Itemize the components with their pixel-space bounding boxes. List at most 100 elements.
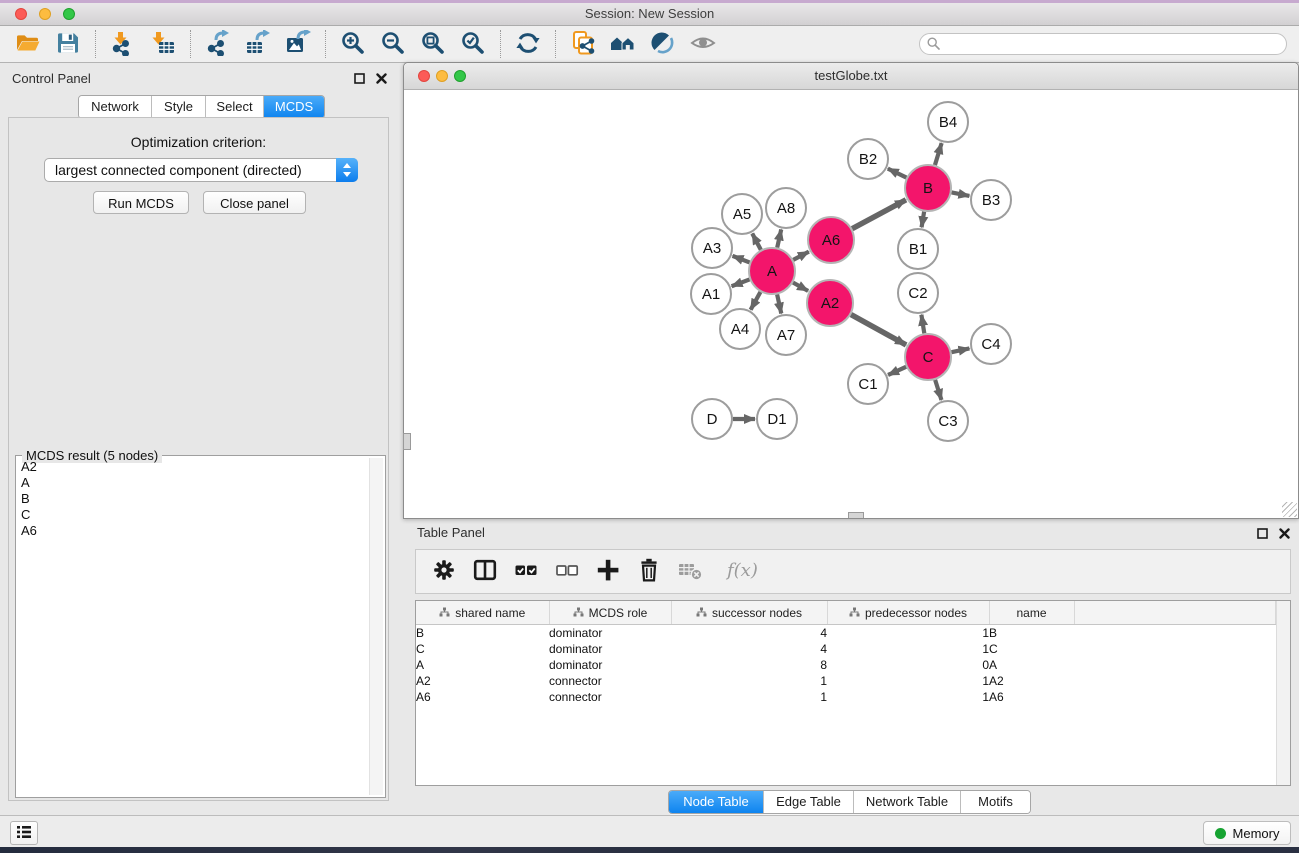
- tab-select[interactable]: Select: [206, 96, 264, 118]
- zoom-fit-button[interactable]: [413, 28, 453, 61]
- tab-style[interactable]: Style: [152, 96, 206, 118]
- graph-edge-B-B2[interactable]: [888, 169, 907, 178]
- optimization-criterion-dropdown[interactable]: largest connected component (directed): [44, 158, 358, 182]
- save-button[interactable]: [48, 28, 88, 61]
- column-header-predecessor-nodes[interactable]: predecessor nodes: [827, 601, 989, 625]
- table-row[interactable]: Cdominator41C: [416, 641, 1276, 657]
- graph-node-D1[interactable]: D1: [757, 399, 797, 439]
- clone-network-button[interactable]: [563, 28, 603, 61]
- tab-node-table[interactable]: Node Table: [669, 791, 764, 813]
- network-minimize-traffic-light[interactable]: [436, 70, 448, 82]
- mcds-result-item[interactable]: C: [18, 507, 368, 523]
- open-folder-button[interactable]: [8, 28, 48, 61]
- column-header-name[interactable]: name: [989, 601, 1074, 625]
- hide-view-button[interactable]: [643, 28, 683, 61]
- graph-node-A7[interactable]: A7: [766, 315, 806, 355]
- network-close-traffic-light[interactable]: [418, 70, 430, 82]
- graph-node-B1[interactable]: B1: [898, 229, 938, 269]
- table-panel-float-button[interactable]: [1256, 527, 1269, 540]
- export-network-button[interactable]: [198, 28, 238, 61]
- zoom-out-button[interactable]: [373, 28, 413, 61]
- graph-edge-A-A1[interactable]: [732, 279, 750, 286]
- graph-node-C[interactable]: C: [905, 334, 951, 380]
- select-all-button[interactable]: [510, 555, 542, 589]
- graph-edge-C-C4[interactable]: [952, 348, 970, 352]
- table-row[interactable]: A2connector11A2: [416, 673, 1276, 689]
- graph-edge-B-B1[interactable]: [922, 212, 925, 228]
- column-header-MCDS-role[interactable]: MCDS role: [549, 601, 671, 625]
- memory-button[interactable]: Memory: [1203, 821, 1291, 845]
- graph-node-A3[interactable]: A3: [692, 228, 732, 268]
- control-panel-float-button[interactable]: [353, 72, 366, 85]
- tab-mcds[interactable]: MCDS: [264, 96, 324, 118]
- graph-edge-A-A6[interactable]: [793, 252, 809, 260]
- refresh-button[interactable]: [508, 28, 548, 61]
- panel-divider-handle[interactable]: [403, 433, 411, 450]
- zoom-selected-button[interactable]: [453, 28, 493, 61]
- delete-column-button[interactable]: [633, 555, 665, 589]
- graph-node-C1[interactable]: C1: [848, 364, 888, 404]
- graph-edge-A-A2[interactable]: [793, 283, 808, 291]
- canvas-bottom-handle[interactable]: [848, 512, 864, 518]
- graph-node-A2[interactable]: A2: [807, 280, 853, 326]
- deselect-all-button[interactable]: [551, 555, 583, 589]
- graph-edge-B-B3[interactable]: [952, 192, 970, 195]
- tab-motifs[interactable]: Motifs: [961, 791, 1030, 813]
- search-input[interactable]: [919, 33, 1287, 55]
- graph-node-C3[interactable]: C3: [928, 401, 968, 441]
- network-zoom-traffic-light[interactable]: [454, 70, 466, 82]
- tab-network[interactable]: Network: [79, 96, 152, 118]
- close-panel-button[interactable]: Close panel: [203, 191, 306, 214]
- show-view-button[interactable]: [683, 28, 723, 61]
- graph-node-A6[interactable]: A6: [808, 217, 854, 263]
- export-table-button[interactable]: [238, 28, 278, 61]
- graph-node-A4[interactable]: A4: [720, 309, 760, 349]
- graph-node-B[interactable]: B: [905, 165, 951, 211]
- graph-node-C4[interactable]: C4: [971, 324, 1011, 364]
- graph-node-C2[interactable]: C2: [898, 273, 938, 313]
- graph-node-B4[interactable]: B4: [928, 102, 968, 142]
- table-row[interactable]: Adominator80A: [416, 657, 1276, 673]
- home-view-button[interactable]: [603, 28, 643, 61]
- mcds-result-item[interactable]: A6: [18, 523, 368, 539]
- graph-node-A8[interactable]: A8: [766, 188, 806, 228]
- column-header-shared-name[interactable]: shared name: [416, 601, 549, 625]
- table-panel-close-button[interactable]: [1278, 527, 1291, 540]
- settings-gear-button[interactable]: [428, 555, 460, 589]
- mcds-result-scrollbar[interactable]: [369, 458, 383, 795]
- graph-edge-B-B4[interactable]: [935, 143, 942, 165]
- mcds-result-item[interactable]: A2: [18, 459, 368, 475]
- run-mcds-button[interactable]: Run MCDS: [93, 191, 189, 214]
- table-scrollbar[interactable]: [1276, 601, 1290, 785]
- zoom-in-button[interactable]: [333, 28, 373, 61]
- graph-edge-C-C2[interactable]: [921, 315, 924, 334]
- window-resize-grip[interactable]: [1282, 502, 1297, 517]
- show-columns-button[interactable]: [469, 555, 501, 589]
- import-table-button[interactable]: [143, 28, 183, 61]
- column-header-successor-nodes[interactable]: successor nodes: [671, 601, 827, 625]
- import-network-button[interactable]: [103, 28, 143, 61]
- task-history-button[interactable]: [10, 821, 38, 845]
- graph-node-A5[interactable]: A5: [722, 194, 762, 234]
- graph-edge-A-A3[interactable]: [733, 256, 750, 263]
- network-canvas[interactable]: B4 B2 B B3 A5A8A6 B1 A3 A C2 A1 A2 A4A7 C4 C C1 C3 D D1: [404, 90, 1298, 518]
- table-row[interactable]: A6connector11A6: [416, 689, 1276, 705]
- graph-edge-A-A4[interactable]: [751, 292, 761, 310]
- graph-edge-C-C1[interactable]: [888, 367, 906, 375]
- graph-node-A[interactable]: A: [749, 248, 795, 294]
- graph-node-D[interactable]: D: [692, 399, 732, 439]
- graph-edge-A-A8[interactable]: [777, 229, 781, 247]
- mcds-result-item[interactable]: A: [18, 475, 368, 491]
- graph-edge-A-A5[interactable]: [752, 233, 761, 249]
- tab-network-table[interactable]: Network Table: [854, 791, 961, 813]
- graph-edge-A6-B[interactable]: [852, 200, 906, 229]
- graph-edge-A-A7[interactable]: [777, 294, 781, 313]
- graph-node-B3[interactable]: B3: [971, 180, 1011, 220]
- export-image-button[interactable]: [278, 28, 318, 61]
- mcds-result-item[interactable]: B: [18, 491, 368, 507]
- graph-edge-A2-C[interactable]: [851, 315, 906, 345]
- control-panel-close-button[interactable]: [375, 72, 388, 85]
- graph-node-B2[interactable]: B2: [848, 139, 888, 179]
- graph-node-A1[interactable]: A1: [691, 274, 731, 314]
- add-column-button[interactable]: [592, 555, 624, 589]
